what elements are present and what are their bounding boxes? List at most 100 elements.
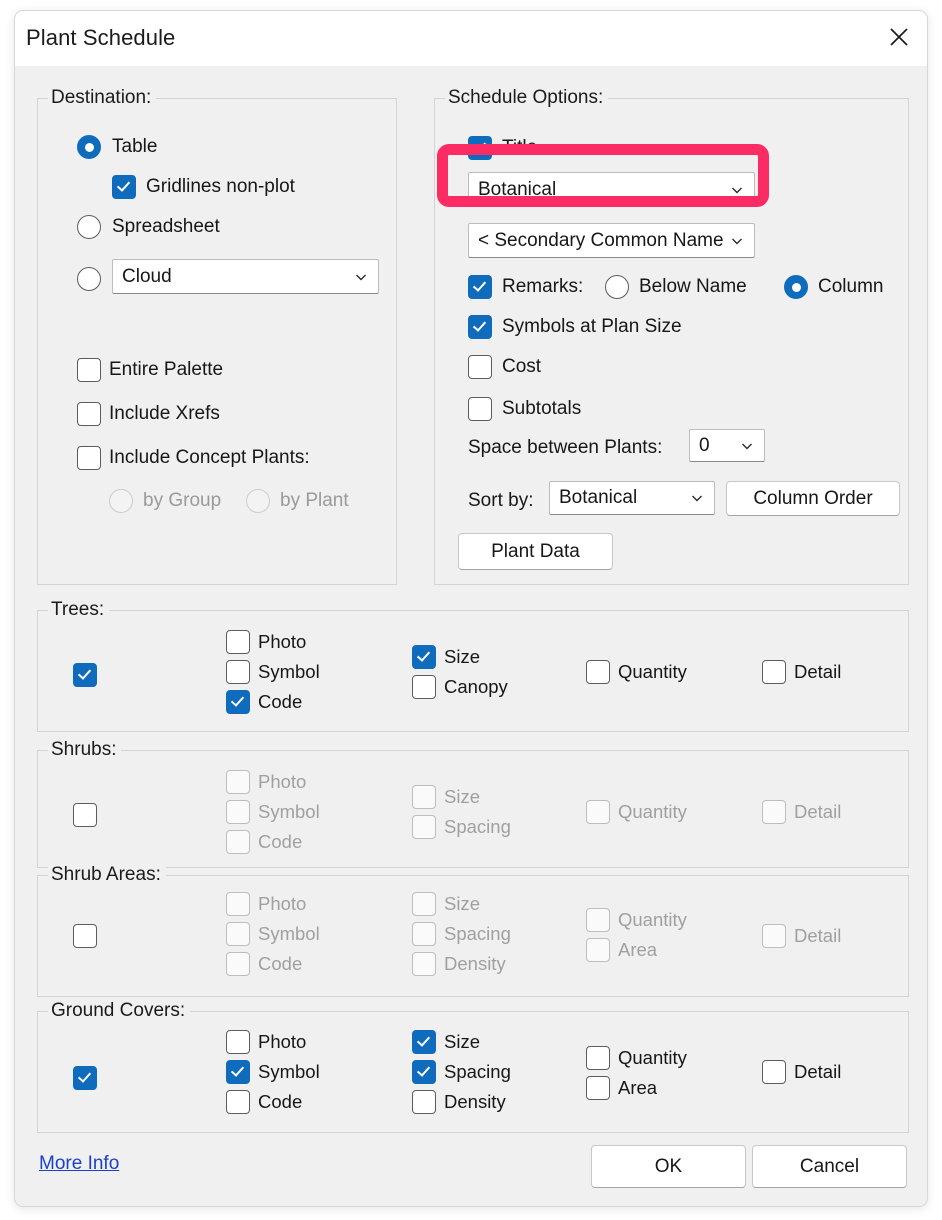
checkbox-trees-detail[interactable] [762,660,786,684]
checkbox-symbols-at-plan-size-label: Symbols at Plan Size [502,316,682,337]
checkbox-include-concept-plants[interactable] [77,446,101,470]
checkbox-include-xrefs-label: Include Xrefs [109,403,220,424]
checkbox-title[interactable] [468,136,492,160]
radio-spreadsheet-label: Spreadsheet [112,216,220,237]
checkbox-trees-canopy-label: Canopy [444,676,508,697]
plant-data-button[interactable]: Plant Data [458,533,613,570]
checkbox-entire-palette[interactable] [77,358,101,382]
checkbox-include-xrefs[interactable] [77,402,101,426]
checkbox-trees-quantity-label: Quantity [618,661,687,682]
checkbox-shrubs-code [226,830,250,854]
checkbox-ground-covers-detail-label: Detail [794,1061,842,1082]
radio-table-label: Table [112,136,158,157]
checkbox-shrubs-size-label: Size [444,786,480,807]
title-bar: Plant Schedule [15,11,927,66]
checkbox-title-label: Title [502,137,538,158]
name-combobox[interactable]: Botanical [468,172,755,207]
checkbox-ground-covers-size[interactable] [412,1030,436,1054]
checkbox-shrubs-master[interactable] [73,803,97,827]
checkbox-shrub-areas-code [226,952,250,976]
checkbox-trees-code-label: Code [258,691,303,712]
checkbox-ground-covers-density-label: Density [444,1091,506,1112]
checkbox-gridlines-non-plot[interactable] [112,175,136,199]
checkbox-shrub-areas-size [412,892,436,916]
checkbox-ground-covers-code[interactable] [226,1090,250,1114]
checkbox-cost[interactable] [468,355,492,379]
checkbox-trees-quantity[interactable] [586,660,610,684]
checkbox-ground-covers-spacing-label: Spacing [444,1061,511,1082]
checkbox-ground-covers-area[interactable] [586,1076,610,1100]
trees-group: Trees: Photo Symbol Code Size Canopy Qua… [37,599,909,732]
checkbox-ground-covers-quantity-label: Quantity [618,1047,687,1068]
checkbox-shrub-areas-symbol [226,922,250,946]
checkbox-shrubs-size [412,785,436,809]
checkbox-trees-size[interactable] [412,645,436,669]
radio-below-name[interactable] [605,275,629,299]
secondary-common-name-value: < Secondary Common Name [478,229,724,251]
sort-by-label: Sort by: [468,490,534,511]
checkbox-ground-covers-photo[interactable] [226,1030,250,1054]
checkbox-remarks-label: Remarks: [502,276,584,297]
checkbox-symbols-at-plan-size[interactable] [468,315,492,339]
checkbox-remarks[interactable] [468,275,492,299]
checkbox-ground-covers-spacing[interactable] [412,1060,436,1084]
checkbox-trees-photo-label: Photo [258,631,307,652]
space-between-plants-combobox[interactable]: 0 [689,429,765,462]
checkbox-trees-master[interactable] [73,663,97,687]
page-title: Plant Schedule [26,25,176,50]
checkbox-shrub-areas-photo-label: Photo [258,893,307,914]
checkbox-ground-covers-symbol[interactable] [226,1060,250,1084]
checkbox-shrubs-spacing [412,815,436,839]
close-icon[interactable] [871,11,927,63]
radio-cloud[interactable] [77,267,101,291]
checkbox-shrub-areas-symbol-label: Symbol [258,923,320,944]
checkbox-shrub-areas-detail-label: Detail [794,925,842,946]
checkbox-shrub-areas-density-label: Density [444,953,506,974]
checkbox-cost-label: Cost [502,356,542,377]
checkbox-shrub-areas-master[interactable] [73,924,97,948]
shrubs-group: Shrubs: Photo Symbol Code Size Spacing Q… [37,739,909,868]
chevron-down-icon [742,443,752,449]
ground-covers-group: Ground Covers: Photo Symbol Code Size Sp… [37,1000,909,1133]
radio-below-name-label: Below Name [639,276,747,297]
checkbox-shrubs-quantity-label: Quantity [618,801,687,822]
name-combobox-value: Botanical [478,178,557,200]
sort-by-value: Botanical [559,487,638,508]
checkbox-trees-symbol-label: Symbol [258,661,320,682]
checkbox-ground-covers-detail[interactable] [762,1060,786,1084]
checkbox-trees-detail-label: Detail [794,661,842,682]
shrub-areas-group: Shrub Areas: Photo Symbol Code Size Spac… [37,864,909,997]
column-order-button[interactable]: Column Order [726,481,900,516]
cloud-combobox[interactable]: Cloud [112,259,379,294]
checkbox-subtotals[interactable] [468,397,492,421]
checkbox-ground-covers-density[interactable] [412,1090,436,1114]
secondary-common-name-combobox[interactable]: < Secondary Common Name [468,223,755,258]
checkbox-trees-canopy[interactable] [412,675,436,699]
checkbox-ground-covers-quantity[interactable] [586,1046,610,1070]
radio-spreadsheet[interactable] [77,215,101,239]
chevron-down-icon [356,274,366,280]
sort-by-combobox[interactable]: Botanical [549,481,715,515]
checkbox-include-concept-plants-label: Include Concept Plants: [109,447,310,468]
checkbox-shrub-areas-quantity [586,908,610,932]
chevron-down-icon [732,187,742,193]
shrub-areas-legend: Shrub Areas: [48,864,166,886]
ok-button[interactable]: OK [591,1145,746,1188]
chevron-down-icon [732,238,742,244]
checkbox-shrubs-quantity [586,800,610,824]
trees-legend: Trees: [48,599,110,621]
checkbox-trees-code[interactable] [226,690,250,714]
checkbox-trees-photo[interactable] [226,630,250,654]
radio-table[interactable] [77,135,101,159]
more-info-link[interactable]: More Info [39,1153,119,1175]
radio-column-label: Column [818,276,884,297]
checkbox-ground-covers-photo-label: Photo [258,1031,307,1052]
checkbox-shrubs-photo-label: Photo [258,771,307,792]
radio-column[interactable] [784,275,808,299]
checkbox-shrubs-photo [226,770,250,794]
cloud-combobox-value: Cloud [122,265,172,287]
cancel-button[interactable]: Cancel [752,1145,907,1188]
checkbox-ground-covers-master[interactable] [73,1066,97,1090]
checkbox-shrubs-symbol-label: Symbol [258,801,320,822]
checkbox-trees-symbol[interactable] [226,660,250,684]
